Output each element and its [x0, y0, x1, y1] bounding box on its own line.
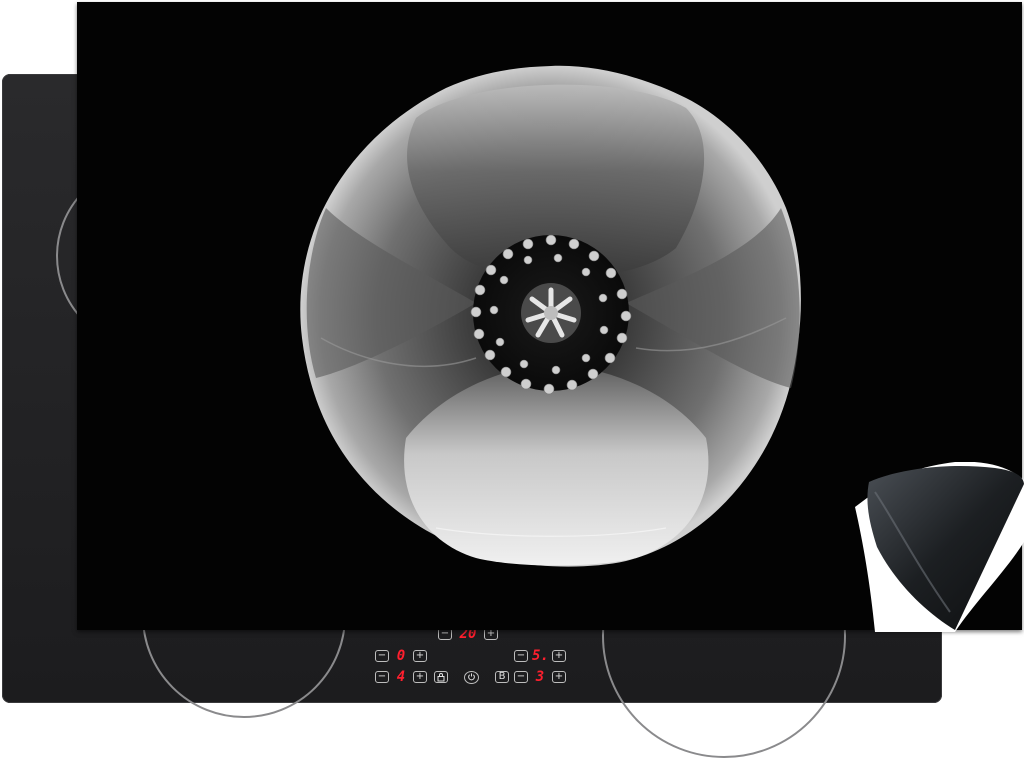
zone-right-bottom-minus-button[interactable]: −	[514, 671, 528, 683]
zone-right-top-minus-button[interactable]: −	[514, 650, 528, 662]
poppy-flower-image	[300, 65, 801, 567]
zone-left-top-plus-button[interactable]: +	[413, 650, 427, 662]
zone-right-top-display: 5.	[532, 648, 549, 664]
zone-right-bottom-plus-button[interactable]: +	[552, 671, 566, 683]
control-right-top-row: − 5. +	[514, 649, 566, 663]
boost-button[interactable]: B	[495, 671, 509, 683]
control-right-bottom-row: − 3 +	[514, 670, 566, 684]
control-left-bottom-row: − 4 + B	[375, 670, 509, 684]
lock-icon[interactable]	[434, 671, 448, 683]
curled-corner	[855, 462, 1024, 632]
zone-left-top-minus-button[interactable]: −	[375, 650, 389, 662]
zone-left-bottom-plus-button[interactable]: +	[413, 671, 427, 683]
zone-left-bottom-minus-button[interactable]: −	[375, 671, 389, 683]
zone-left-bottom-display: 4	[396, 669, 406, 685]
power-icon[interactable]	[464, 670, 479, 684]
control-left-top-row: − 0 +	[375, 649, 427, 663]
zone-right-bottom-display: 3	[535, 669, 545, 685]
zone-left-top-display: 0	[396, 648, 406, 664]
zone-right-top-plus-button[interactable]: +	[552, 650, 566, 662]
